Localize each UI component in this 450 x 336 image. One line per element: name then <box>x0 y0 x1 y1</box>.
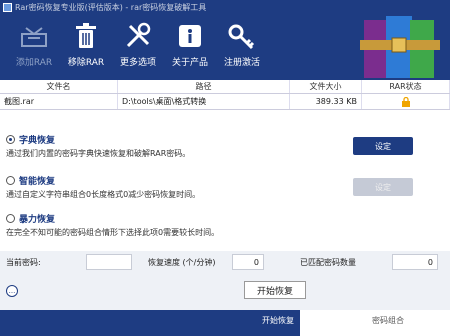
register-label: 注册激活 <box>223 58 260 68</box>
option-smart[interactable]: 智能恢复 <box>6 174 55 187</box>
current-password-field <box>86 254 132 270</box>
toolbar: 添加RAR 移除RAR 更多选项 关于产品 注册激活 <box>0 14 450 80</box>
matched-count-label: 已匹配密码数量 <box>300 258 356 267</box>
option-dictionary[interactable]: 字典恢复 <box>6 133 55 146</box>
smart-settings-button[interactable]: 设定 <box>353 178 413 196</box>
lock-icon <box>401 96 410 107</box>
col-header-path[interactable]: 路径 <box>118 80 290 93</box>
option-dictionary-desc: 通过我们内置的密码字典快速恢复和破解RAR密码。 <box>6 149 191 158</box>
col-header-size[interactable]: 文件大小 <box>290 80 362 93</box>
speed-field: 0 <box>232 254 264 270</box>
status-bar: 当前密码: 恢复速度 (个/分钟) 0 已匹配密码数量 0 <box>0 251 450 275</box>
about-label: 关于产品 <box>171 58 208 68</box>
tools-icon <box>126 22 151 48</box>
option-smart-desc: 通过自定义字符串组合0长度格式0减少密码恢复时间。 <box>6 190 201 199</box>
speed-label: 恢复速度 (个/分钟) <box>148 258 216 267</box>
app-icon <box>3 2 12 12</box>
matched-count-field: 0 <box>392 254 438 270</box>
add-archive-icon <box>21 27 47 47</box>
window-title: Rar密码恢复专业版(评估版本) - rar密码恢复破解工具 <box>15 2 207 12</box>
table-row[interactable]: 截图.rar D:\tools\桌面\格式转换 389.33 KB <box>0 94 450 110</box>
start-recovery-button[interactable]: 开始恢复 <box>244 281 306 299</box>
cell-filename: 截图.rar <box>0 94 118 109</box>
option-smart-label: 智能恢复 <box>19 177 56 187</box>
option-brute-desc: 在完全不知可能的密码组合情形下选择此项0需要较长时间。 <box>6 228 220 237</box>
option-brute-label: 暴力恢复 <box>19 215 56 225</box>
option-dictionary-label: 字典恢复 <box>19 136 56 146</box>
remove-rar-button[interactable]: 移除RAR <box>60 14 112 78</box>
option-brute[interactable]: 暴力恢复 <box>6 212 55 225</box>
radio-brute[interactable] <box>6 214 15 223</box>
cell-path: D:\tools\桌面\格式转换 <box>118 94 290 109</box>
add-rar-label: 添加RAR <box>15 58 53 68</box>
more-button[interactable]: ... <box>6 285 18 297</box>
bottom-area: ... 开始恢复 开始恢复 密码组合 <box>0 275 450 336</box>
footer-left-text: 开始恢复 <box>262 316 294 325</box>
cell-status <box>362 94 450 109</box>
trash-icon <box>76 23 96 48</box>
current-password-label: 当前密码: <box>6 258 41 267</box>
register-button[interactable]: 注册激活 <box>216 14 268 78</box>
info-icon <box>179 25 201 47</box>
radio-dictionary[interactable] <box>6 135 15 144</box>
more-options-label: 更多选项 <box>119 58 156 68</box>
recovery-options-panel: 字典恢复 通过我们内置的密码字典快速恢复和破解RAR密码。 设定 智能恢复 通过… <box>0 117 450 247</box>
more-options-button[interactable]: 更多选项 <box>112 14 164 78</box>
key-icon <box>228 24 255 50</box>
col-header-filename[interactable]: 文件名 <box>0 80 118 93</box>
dictionary-settings-button[interactable]: 设定 <box>353 137 413 155</box>
cell-size: 389.33 KB <box>290 94 362 109</box>
add-rar-button[interactable]: 添加RAR <box>8 14 60 78</box>
about-button[interactable]: 关于产品 <box>164 14 216 78</box>
winrar-logo-icon <box>360 16 440 78</box>
radio-smart[interactable] <box>6 176 15 185</box>
file-table: 文件名 路径 文件大小 RAR状态 截图.rar D:\tools\桌面\格式转… <box>0 80 450 110</box>
footer-right-text: 密码组合 <box>372 316 404 325</box>
remove-rar-label: 移除RAR <box>67 58 105 68</box>
